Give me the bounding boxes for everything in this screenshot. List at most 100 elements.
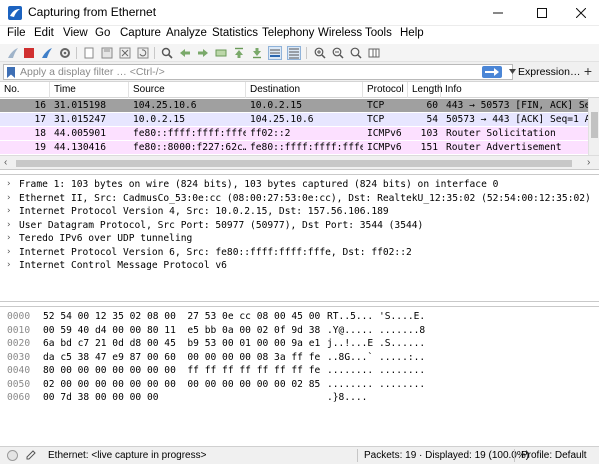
auto-scroll-button[interactable] (268, 46, 282, 60)
zoom-in-button[interactable] (313, 46, 327, 60)
packet-row[interactable]: 17 31.015247 10.0.2.15 104.25.10.6 TCP 54 5057… (0, 113, 588, 126)
go-forward-icon (198, 49, 208, 57)
stop-capture-button[interactable] (22, 46, 36, 60)
open-file-button[interactable] (82, 46, 96, 60)
column-header-length[interactable]: Length (408, 82, 443, 98)
detail-tree-item[interactable]: › Ethernet II, Src: CadmusCo_53:0e:cc (08… (0, 192, 599, 205)
title-bar: Capturing from Ethernet (0, 0, 599, 26)
display-filter-input[interactable]: Apply a display filter … <Ctrl-/> (3, 64, 516, 80)
scrollbar-thumb[interactable] (16, 160, 572, 167)
column-header-source[interactable]: Source (129, 82, 246, 98)
hex-bytes: 02 00 00 00 00 00 00 00 00 00 00 00 00 0… (43, 378, 321, 390)
minimize-icon (493, 12, 503, 14)
save-file-button[interactable] (100, 46, 114, 60)
expand-arrow-icon[interactable]: › (6, 178, 11, 191)
close-file-button[interactable] (118, 46, 132, 60)
hex-offset: 0040 (7, 365, 31, 376)
expression-button[interactable]: Expression… (518, 66, 580, 78)
apply-filter-button[interactable] (482, 66, 502, 78)
go-forward-button[interactable] (196, 46, 210, 60)
resize-columns-button[interactable] (367, 46, 381, 60)
hex-offset: 0010 (7, 324, 31, 336)
bookmark-icon[interactable] (6, 67, 16, 78)
expert-info-status-icon[interactable] (7, 450, 18, 461)
scroll-right-icon[interactable]: › (587, 157, 590, 168)
go-last-button[interactable] (250, 46, 264, 60)
start-capture-button[interactable] (6, 46, 20, 60)
packet-row[interactable]: 19 44.130416 fe80::8000:f227:62c… fe80::fff… (0, 141, 588, 154)
packet-list-header: No. Time Source Destination Protocol Len… (0, 82, 599, 98)
hex-bytes: 80 00 00 00 00 00 00 00 ff ff ff ff ff f… (43, 365, 321, 376)
maximize-icon (537, 8, 547, 18)
capture-options-button[interactable] (58, 46, 72, 60)
normal-size-button[interactable] (349, 46, 363, 60)
go-back-button[interactable] (178, 46, 192, 60)
restart-capture-button[interactable] (40, 46, 54, 60)
menu-statistics[interactable]: Statistics (212, 27, 258, 39)
expand-arrow-icon[interactable]: › (6, 232, 11, 245)
column-header-time[interactable]: Time (50, 82, 129, 98)
detail-tree-item[interactable]: › User Datagram Protocol, Src Port: 50977… (0, 219, 599, 232)
packet-row[interactable]: 16 31.015198 104.25.10.6 10.0.2.15 TCP 60 443 … (0, 99, 588, 112)
detail-tree-label: Teredo IPv6 over UDP tunneling (19, 233, 193, 244)
colorize-button[interactable] (287, 46, 301, 60)
packet-list-horizontal-scrollbar[interactable]: ‹ › (0, 155, 599, 169)
packet-cell-time: 31.015247 (54, 114, 106, 125)
hex-bytes: 6a bd c7 21 0d d8 00 45 b9 53 00 01 00 0… (43, 338, 321, 349)
ascii-bytes: RT..5... 'S....E. (327, 311, 426, 322)
filter-history-dropdown[interactable] (507, 66, 517, 78)
ascii-bytes: ........ ........ (327, 378, 426, 390)
detail-tree-item[interactable]: › Internet Control Message Protocol v6 (0, 259, 599, 272)
expand-arrow-icon[interactable]: › (6, 259, 11, 272)
zoom-out-button[interactable] (331, 46, 345, 60)
menu-capture[interactable]: Capture (120, 27, 161, 39)
packet-cell-protocol: ICMPv6 (367, 128, 402, 139)
menu-edit[interactable]: Edit (34, 27, 54, 39)
scroll-left-icon[interactable]: ‹ (4, 157, 7, 168)
ascii-bytes: .Y@..... .......8 (327, 324, 426, 336)
detail-tree-item[interactable]: › Frame 1: 103 bytes on wire (824 bits), … (0, 178, 599, 191)
find-packet-button[interactable] (160, 46, 174, 60)
hex-bytes: 52 54 00 12 35 02 08 00 27 53 0e cc 08 0… (43, 311, 321, 322)
detail-tree-label: Internet Control Message Protocol v6 (19, 260, 227, 271)
scrollbar-thumb[interactable] (591, 112, 598, 138)
detail-tree-item[interactable]: › Internet Protocol Version 4, Src: 10.0.… (0, 205, 599, 218)
menu-tools[interactable]: Tools (365, 27, 392, 39)
menu-go[interactable]: Go (95, 27, 110, 39)
expand-arrow-icon[interactable]: › (6, 246, 11, 259)
auto-scroll-icon (270, 49, 280, 57)
toolbar-separator (154, 47, 155, 59)
hex-offset: 0020 (7, 338, 31, 349)
menu-help[interactable]: Help (400, 27, 424, 39)
column-header-no[interactable]: No. (0, 82, 50, 98)
column-header-info[interactable]: Info (441, 82, 599, 98)
column-header-protocol[interactable]: Protocol (363, 82, 408, 98)
capture-comment-icon[interactable] (25, 449, 37, 461)
menu-file[interactable]: File (7, 27, 26, 39)
hex-bytes: da c5 38 47 e9 87 00 60 00 00 00 00 08 3… (43, 351, 321, 363)
column-header-destination[interactable]: Destination (246, 82, 363, 98)
menu-wireless[interactable]: Wireless (318, 27, 362, 39)
menu-view[interactable]: View (63, 27, 88, 39)
hex-offset: 0000 (7, 311, 31, 322)
packet-row[interactable]: 18 44.005901 fe80::ffff:ffff:fffe ff02::2 IC… (0, 127, 588, 140)
expand-arrow-icon[interactable]: › (6, 192, 11, 205)
expand-arrow-icon[interactable]: › (6, 205, 11, 218)
menu-analyze[interactable]: Analyze (166, 27, 207, 39)
detail-tree-item[interactable]: › Internet Protocol Version 6, Src: fe80:… (0, 246, 599, 259)
expand-arrow-icon[interactable]: › (6, 219, 11, 232)
packet-list-vertical-scrollbar[interactable] (588, 98, 599, 155)
menu-telephony[interactable]: Telephony (262, 27, 314, 39)
status-separator (514, 449, 515, 462)
minimize-button[interactable] (478, 0, 518, 26)
go-first-button[interactable] (232, 46, 246, 60)
go-to-packet-button[interactable] (214, 46, 228, 60)
maximize-button[interactable] (522, 0, 562, 26)
reload-button[interactable] (136, 46, 150, 60)
detail-tree-label: Frame 1: 103 bytes on wire (824 bits), 1… (19, 179, 499, 190)
detail-tree-item[interactable]: › Teredo IPv6 over UDP tunneling (0, 232, 599, 245)
toolbar-separator (76, 47, 77, 59)
add-filter-button[interactable]: + (581, 63, 595, 79)
profile-selector[interactable]: Profile: Default (521, 450, 587, 461)
close-button[interactable] (561, 0, 599, 26)
